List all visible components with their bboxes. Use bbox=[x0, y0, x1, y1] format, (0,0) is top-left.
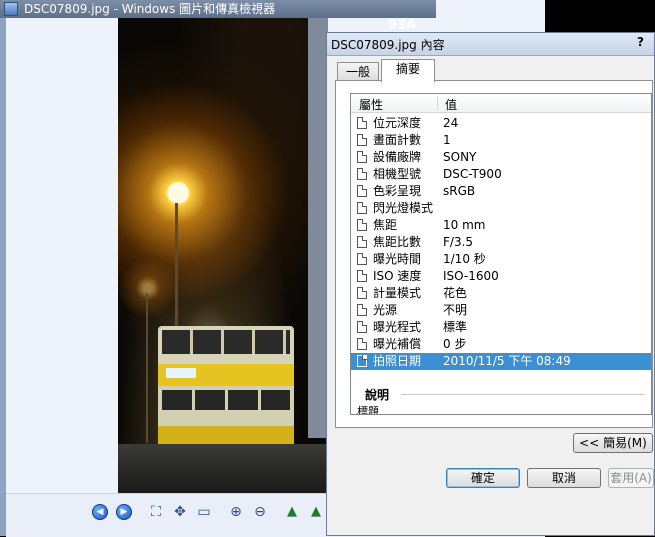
property-row[interactable]: 焦距 10 mm bbox=[351, 217, 651, 234]
document-icon bbox=[357, 321, 367, 333]
column-divider[interactable] bbox=[437, 96, 438, 110]
background-overlay-text: 93A bbox=[388, 18, 417, 33]
slideshow-icon[interactable]: ▭ bbox=[196, 504, 212, 520]
property-row[interactable]: 畫面計數 1 bbox=[351, 132, 651, 149]
description-group: 說明 標題 bbox=[351, 382, 651, 414]
tab-general[interactable]: 一般 bbox=[337, 62, 379, 81]
document-icon bbox=[357, 355, 367, 367]
document-icon bbox=[357, 117, 367, 129]
dialog-tabs: 一般 摘要 bbox=[335, 59, 655, 82]
bus-destination-sign bbox=[166, 368, 196, 378]
rotate-clockwise-icon[interactable]: ▲ bbox=[284, 504, 300, 520]
document-icon bbox=[357, 338, 367, 350]
title-property-label[interactable]: 標題 bbox=[357, 403, 379, 414]
property-row[interactable]: 曝光程式 標準 bbox=[351, 319, 651, 336]
next-image-icon[interactable]: ▶ bbox=[116, 504, 132, 520]
properties-dialog: DSC07809.jpg 內容 ? 一般 摘要 屬性 值 位元深度 24 畫面計數… bbox=[326, 32, 655, 536]
property-row[interactable]: ISO 速度 ISO-1600 bbox=[351, 268, 651, 285]
dialog-title: DSC07809.jpg 內容 bbox=[331, 38, 445, 52]
simple-view-button[interactable]: << 簡易(M) bbox=[573, 433, 653, 453]
property-row[interactable]: 焦距比數 F/3.5 bbox=[351, 234, 651, 251]
document-icon bbox=[357, 236, 367, 248]
help-icon[interactable]: ? bbox=[637, 35, 644, 49]
property-row[interactable]: 計量模式 花色 bbox=[351, 285, 651, 302]
property-row[interactable]: 光源 不明 bbox=[351, 302, 651, 319]
document-icon bbox=[357, 151, 367, 163]
ok-button[interactable]: 確定 bbox=[446, 468, 520, 488]
bus-lower-windows bbox=[162, 390, 290, 410]
dialog-titlebar[interactable]: DSC07809.jpg 內容 ? bbox=[327, 33, 654, 56]
photo-image bbox=[118, 18, 326, 493]
rotate-counterclockwise-icon[interactable]: ▲ bbox=[308, 504, 324, 520]
bus-upper-windows bbox=[162, 330, 290, 354]
document-icon bbox=[357, 253, 367, 265]
road bbox=[118, 444, 326, 493]
viewer-title: DSC07809.jpg - Windows 圖片和傳真檢視器 bbox=[24, 2, 276, 16]
document-icon bbox=[357, 304, 367, 316]
document-icon bbox=[357, 202, 367, 214]
property-row[interactable]: 曝光補償 0 步 bbox=[351, 336, 651, 353]
property-row[interactable]: 相機型號 DSC-T900 bbox=[351, 166, 651, 183]
document-icon bbox=[357, 287, 367, 299]
street-lamp-pole-far bbox=[146, 293, 148, 443]
group-divider bbox=[401, 394, 645, 395]
summary-panel: 屬性 值 位元深度 24 畫面計數 1 設備廠牌 SONY 相機型號 DSC-T900 … bbox=[335, 80, 653, 428]
document-icon bbox=[357, 168, 367, 180]
cancel-button[interactable]: 取消 bbox=[527, 468, 601, 488]
document-icon bbox=[357, 270, 367, 282]
property-row[interactable]: 曝光時間 1/10 秒 bbox=[351, 251, 651, 268]
property-list[interactable]: 屬性 值 位元深度 24 畫面計數 1 設備廠牌 SONY 相機型號 DSC-T900 … bbox=[350, 93, 652, 415]
tab-summary[interactable]: 摘要 bbox=[381, 59, 435, 82]
property-row-selected[interactable]: 拍照日期 2010/11/5 下午 08:49 bbox=[351, 353, 651, 370]
property-row[interactable]: 色彩呈現 sRGB bbox=[351, 183, 651, 200]
bus-skirt bbox=[158, 426, 294, 444]
zoom-in-icon[interactable]: ⊕ bbox=[228, 504, 244, 520]
apply-button[interactable]: 套用(A) bbox=[608, 468, 654, 488]
property-row[interactable]: 位元深度 24 bbox=[351, 115, 651, 132]
zoom-out-icon[interactable]: ⊖ bbox=[252, 504, 268, 520]
viewer-titlebar[interactable]: DSC07809.jpg - Windows 圖片和傳真檢視器 bbox=[0, 0, 436, 18]
document-icon bbox=[357, 134, 367, 146]
property-row[interactable]: 閃光燈模式 bbox=[351, 200, 651, 217]
column-header-value[interactable]: 值 bbox=[445, 96, 457, 113]
document-icon bbox=[357, 219, 367, 231]
viewer-side-pane bbox=[6, 18, 118, 536]
property-row[interactable]: 設備廠牌 SONY bbox=[351, 149, 651, 166]
column-header-property[interactable]: 屬性 bbox=[359, 96, 383, 113]
description-group-label: 說明 bbox=[365, 388, 390, 402]
document-icon bbox=[357, 185, 367, 197]
viewer-background-strip bbox=[308, 18, 328, 438]
previous-image-icon[interactable]: ◀ bbox=[92, 504, 108, 520]
actual-size-icon[interactable]: ✥ bbox=[172, 504, 188, 520]
best-fit-icon[interactable]: ⛶ bbox=[148, 504, 164, 520]
property-list-header: 屬性 值 bbox=[351, 94, 651, 113]
viewer-app-icon bbox=[4, 2, 18, 16]
